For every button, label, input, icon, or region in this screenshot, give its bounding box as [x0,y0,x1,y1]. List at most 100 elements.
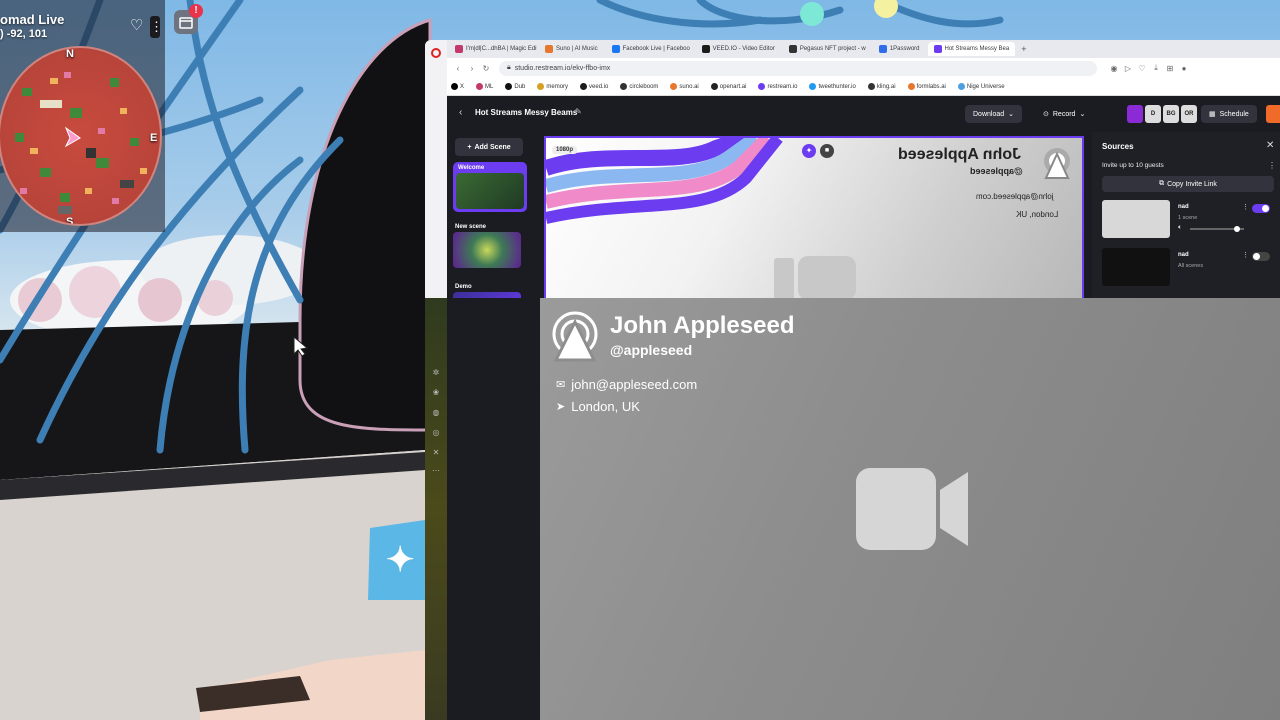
mirrored-email: john@appleseed.com [976,192,1054,201]
bookmark-item[interactable]: circleboom [620,83,658,90]
scene-welcome[interactable]: Welcome [453,162,527,212]
bookmark-favicon-icon [867,83,875,90]
sources-title: Sources [1102,142,1134,151]
avatar: OR [1181,105,1197,123]
calendar-button[interactable]: ! [174,4,203,34]
bookmark-label: Nige Universe [966,83,1005,90]
browser-tab[interactable]: Facebook Live | Faceboo [606,42,694,56]
browser-tab[interactable]: Pegasus NFT project - w [783,42,871,56]
bookmark-item[interactable]: formlabs.ai [907,83,946,90]
whatsapp-icon[interactable]: ◎ [431,428,441,438]
more-icon[interactable]: ⋮ [1242,251,1249,259]
new-tab-icon[interactable]: + [1021,44,1026,54]
browser-tab[interactable]: 1Password [873,42,926,56]
back-icon[interactable]: ‹ [451,64,465,73]
paw-icon[interactable]: ❀ [431,388,441,398]
profile-handle: @appleseed [610,342,693,358]
address-row: ‹ › ↻ 🔒︎ studio.restream.io/ekv-ffbo-imx… [425,58,1280,78]
favicon-icon [933,45,942,53]
bookmark-item[interactable]: Nige Universe [957,83,1005,90]
bookmark-favicon-icon [670,83,678,90]
record-button[interactable]: ⊙ Record ⌄ [1043,105,1085,123]
bookmark-favicon-icon [537,83,545,90]
more-icon[interactable]: ⋮ [1242,203,1249,211]
bookmark-favicon-icon [476,83,484,90]
scene-demo[interactable]: Demo [453,284,527,298]
bookmark-item[interactable]: tweethunter.io [809,83,856,90]
profile-logo-icon [552,311,598,362]
profile-icon[interactable]: ● [1177,64,1191,73]
avatar: D [1145,105,1161,123]
guest-name: nad [1178,204,1189,210]
download-button[interactable]: Download ⌄ [965,105,1023,123]
scene-label: New scene [455,224,487,230]
bookmark-item[interactable]: memory [537,83,568,90]
mirrored-handle: @appleseed [970,166,1023,176]
profile-logo-icon [1044,148,1070,179]
close-icon[interactable]: ✕ [1266,140,1274,151]
forward-icon[interactable]: › [465,64,479,73]
studio-toolbar: ‹ Hot Streams Messy Beams ✎ Download ⌄ ⊙… [447,96,1280,132]
back-icon[interactable]: ‹ [459,107,462,118]
bookmark-item[interactable]: suno.ai [670,83,699,90]
camera-icon[interactable]: ◉ [1107,64,1121,73]
sparkle-icon[interactable]: ✦ [802,144,816,158]
calendar-icon: ▦ [1209,111,1216,118]
guest-scenes: All scenes [1178,263,1204,269]
more-icon[interactable]: ⋮ [1268,161,1276,170]
bookmark-item[interactable]: kling.ai [867,83,896,90]
guest-source[interactable]: nad 1 scene 🔈︎ ⋮ [1102,200,1274,240]
bookmark-item[interactable]: openart.ai [710,83,746,90]
guest-avatars[interactable]: D BG OR [1127,105,1197,123]
guest-thumbnail [1102,248,1170,286]
guest-toggle[interactable] [1252,252,1270,261]
studio-title: Hot Streams Messy Beams [475,108,578,117]
go-live-button[interactable] [1266,105,1280,123]
profile-name: John Appleseed [610,312,795,339]
scenes-panel: + Add Scene Welcome New scene Demo [447,132,537,298]
compass-east: E [150,132,158,144]
bookmark-label: formlabs.ai [916,83,946,90]
copy-link-label: Copy Invite Link [1167,180,1217,188]
bookmark-label: tweethunter.io [818,83,856,90]
edit-pencil-icon[interactable]: ✎ [575,107,582,116]
schedule-button[interactable]: ▦ Schedule [1201,105,1257,123]
guest-source[interactable]: nad All scenes ⋮ [1102,248,1274,288]
add-scene-button[interactable]: + Add Scene [455,138,523,156]
sparkle-icon[interactable]: ✲ [431,368,441,378]
download-icon[interactable]: ⤓ [1149,63,1163,73]
copy-invite-link-button[interactable]: ⧉ Copy Invite Link [1102,176,1274,192]
video-icon[interactable]: ■ [820,144,834,158]
stream-canvas[interactable]: 1080p ✦ ■ John Appleseed @appleseed john… [544,136,1084,298]
volume-icon[interactable]: 🔈︎ [1178,224,1182,232]
bookmark-item[interactable]: ML [476,83,493,90]
guest-toggle[interactable] [1252,204,1270,213]
heart-outline-icon[interactable]: ♡ [1135,64,1149,73]
bookmark-label: veed.io [589,83,609,90]
play-icon[interactable]: ▷ [1121,64,1135,73]
chat-icon[interactable]: ◍ [431,408,441,418]
favicon-icon [611,45,620,53]
url-bar[interactable]: 🔒︎ studio.restream.io/ekv-ffbo-imx [499,60,1097,76]
bookmark-item[interactable]: veed.io [580,83,608,90]
minimap[interactable]: N S E [0,46,162,226]
bookmark-item[interactable]: X [451,83,464,90]
bookmark-item[interactable]: restream.io [758,83,797,90]
reload-icon[interactable]: ↻ [479,64,493,73]
scene-thumbnail [456,173,524,209]
more-options-button[interactable]: ⋮ [150,16,163,38]
extensions-icon[interactable]: ⊞ [1163,64,1177,73]
browser-tab[interactable]: Hot Streams Messy Bea [927,42,1016,56]
volume-slider[interactable] [1190,226,1244,232]
favicon-icon [455,45,463,53]
tab-label: I'm|dl|C...dhBA | Magic Edit [466,46,537,52]
bookmark-item[interactable]: Dub [505,83,525,90]
scene-new[interactable]: New scene [453,224,527,268]
browser-tab[interactable]: I'm|dl|C...dhBA | Magic Edit [449,42,537,56]
heart-icon[interactable]: ♡ [130,18,146,34]
browser-tab[interactable]: VEED.IO - Video Editor [696,42,781,56]
browser-tab[interactable]: Suno | AI Music [539,42,604,56]
more-icon[interactable]: ⋯ [431,466,441,476]
bookmark-favicon-icon [451,83,458,90]
x-icon[interactable]: ✕ [431,448,441,458]
